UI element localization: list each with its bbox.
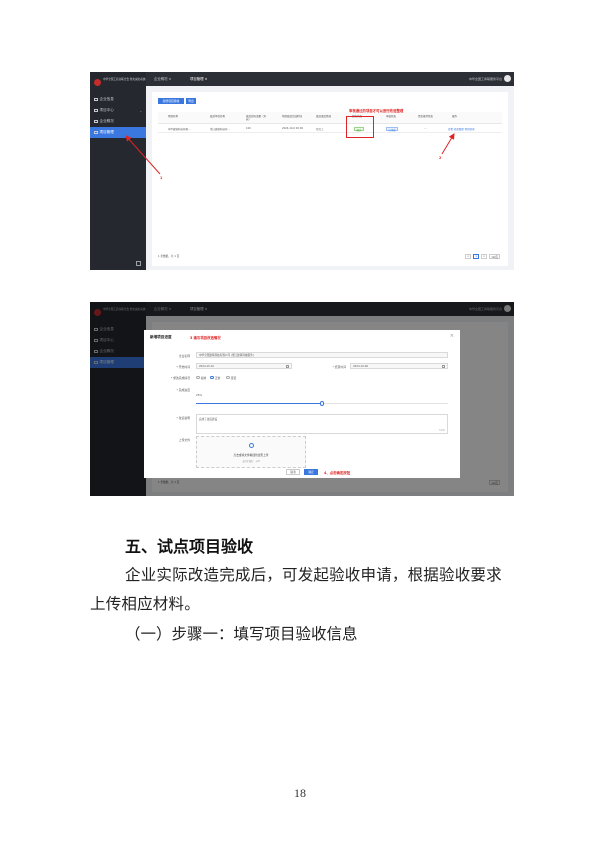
upload-hint: 支持扩展名：.pdf [242, 460, 260, 463]
platform-name: 中华全国工商联服务平台 [468, 77, 502, 81]
page-size-select[interactable]: 10/页 [489, 254, 500, 259]
column-header: 审核状态 [386, 115, 397, 118]
column-header: 操作 [452, 115, 458, 118]
start-time-label: * 开始时间 [176, 365, 190, 369]
main-content: 新增项目验收 导出 项目名称 改造单位名称 改造实际金额（万元） 项目改造完成时… [146, 86, 514, 270]
annotation-audit-passed: 审核通过的项目才可以进行改造整理 [349, 109, 404, 113]
radio-icon [196, 375, 200, 380]
annotation-step-3: 3 填写项目改造情况 [190, 336, 221, 340]
table-panel: 新增项目验收 导出 项目名称 改造单位名称 改造实际金额（万元） 项目改造完成时… [152, 92, 508, 266]
close-icon[interactable]: × [450, 333, 454, 339]
section-title: 五、试点项目验收 [125, 537, 254, 556]
radio-selected-icon [210, 375, 214, 380]
step-heading: （一）步骤一：填写项目验收信息 [125, 625, 358, 643]
description-label: * 改造说明 [176, 416, 190, 420]
annotation-box [346, 116, 374, 138]
page-number: 18 [294, 786, 306, 800]
cell-unit: 浙江建筑科技有... [210, 128, 230, 132]
calendar-icon [286, 364, 289, 368]
tab-overview[interactable]: 企业概况 × [154, 76, 171, 81]
tab-project-management[interactable]: 项目管理 × [190, 76, 207, 81]
paragraph-line-1: 企业实际改造完成后，可发起验收申请，根据验收要求 [125, 566, 502, 584]
end-time-field[interactable]: 2024-10-26 [350, 363, 448, 369]
progress-slider[interactable] [196, 401, 448, 406]
upload-icon [248, 443, 254, 448]
char-counter: 7/200 [438, 429, 445, 432]
avatar[interactable] [504, 75, 511, 82]
calendar-icon [442, 364, 445, 368]
screenshot-project-list: 中华全国工商业联合会 防灾减灾系统平台 企业信息 项目中心 ⌄ 企业概况 项目管理… [90, 72, 514, 270]
chart-icon [94, 119, 98, 124]
slider-fill [196, 403, 322, 405]
sidebar-item-project-management[interactable]: 项目管理 [90, 127, 146, 138]
company-label: 企业名称 [178, 354, 190, 358]
status-radio-delay[interactable]: 延迟 [226, 376, 236, 380]
annotation-step-2: 2 [439, 156, 442, 160]
next-page-button[interactable]: > [481, 254, 488, 259]
column-header: 资金拨付状态 [418, 115, 434, 118]
paragraph-line-2: 上传相应材料。 [90, 595, 200, 613]
row-actions[interactable]: 查看 修改整理 项目验收 [448, 127, 475, 131]
cell-progress: 已完工 [316, 128, 324, 132]
progress-label: * 完成进度 [176, 388, 190, 392]
collapse-icon[interactable] [136, 261, 141, 266]
cell-fund: ... [424, 127, 427, 131]
progress-modal: 新增项目进度 3 填写项目改造情况 × 企业名称 中华全国建筑科技有限公司 (浙… [144, 330, 460, 478]
document-icon [94, 97, 98, 102]
sidebar-nav: 企业信息 项目中心 ⌄ 企业概况 项目管理 [90, 94, 146, 138]
upload-text: 点击或将文件拖拽到这里上传 [233, 453, 269, 457]
sidebar-item-project-center[interactable]: 项目中心 ⌄ [90, 105, 146, 116]
sidebar-item-company-info[interactable]: 企业信息 [90, 94, 146, 105]
annotation-step-4: 4、点击确定按钮 [324, 471, 351, 475]
logo: 中华全国工商业联合会 防灾减灾系统平台 [94, 78, 151, 88]
column-header: 项目改造完成时间 [282, 115, 303, 118]
column-header: 项目名称 [168, 115, 179, 118]
page-button[interactable]: 1 [473, 254, 480, 259]
file-label: 上传文件 [178, 438, 190, 442]
list-icon [94, 130, 98, 135]
cancel-button[interactable]: 取消 [286, 469, 300, 475]
sidebar: 中华全国工商业联合会 防灾减灾系统平台 企业信息 项目中心 ⌄ 企业概况 项目管理 [90, 72, 151, 270]
status-radio-early[interactable]: 提前 [196, 376, 206, 380]
cell-name: 中华建筑科技有限... [168, 128, 191, 132]
pager-summary: 1 条数据，共 1 页 [158, 255, 180, 258]
end-time-label: * 结束时间 [332, 365, 346, 369]
logo-text: 中华全国工商业联合会 防灾减灾系统平台 [103, 78, 151, 81]
file-upload-area[interactable]: 点击或将文件拖拽到这里上传 支持扩展名：.pdf [196, 436, 306, 468]
status-badge-audit: 已审批 [386, 126, 399, 132]
start-time-field[interactable]: 2024-10-10 [196, 363, 292, 369]
status-label: * 整改完成情况 [170, 376, 190, 380]
radio-icon [226, 375, 230, 380]
folder-icon [94, 108, 98, 113]
logo-icon [94, 79, 101, 86]
confirm-button[interactable]: 确定 [304, 469, 318, 475]
column-header: 改造进度情况 [316, 115, 332, 118]
table-header: 项目名称 改造单位名称 改造实际金额（万元） 项目改造完成时间 改造进度情况 验… [158, 112, 502, 124]
annotation-step-1: 1 [160, 176, 163, 180]
column-header: 改造实际金额（万元） [246, 115, 267, 121]
company-field[interactable]: 中华全国建筑科技有限公司 (浙江建筑科技服务) [196, 352, 448, 358]
export-button[interactable]: 导出 [186, 98, 196, 104]
progress-value: 25% [196, 393, 203, 397]
modal-title: 新增项目进度 [150, 335, 172, 339]
pagination: < 1 > 10/页 [465, 254, 500, 259]
table-row: 中华建筑科技有限... 浙江建筑科技有... 100 2024-10-0 0X:… [158, 125, 502, 133]
chevron-down-icon: ⌄ [139, 108, 142, 113]
column-header: 改造单位名称 [210, 115, 226, 118]
screenshot-progress-modal: 中华全国工商业联合会 防灾减灾系统平台 企业信息 项目中心 企业概况 项目管理 … [90, 302, 514, 496]
cell-time: 2024-10-0 0X:00 [282, 127, 304, 131]
status-radio-normal[interactable]: 正常 [210, 376, 220, 380]
prev-page-button[interactable]: < [465, 254, 472, 259]
cell-amount: 100 [246, 127, 251, 131]
description-textarea[interactable]: 完成了改造建设 7/200 [196, 414, 448, 434]
sidebar-item-overview[interactable]: 企业概况 [90, 116, 146, 127]
top-bar: 企业概况 × 项目管理 × 中华全国工商联服务平台 [146, 72, 514, 86]
new-acceptance-button[interactable]: 新增项目验收 [158, 98, 184, 104]
slider-handle[interactable] [319, 401, 325, 406]
status-radio-group: 提前 正常 延迟 [196, 376, 316, 381]
